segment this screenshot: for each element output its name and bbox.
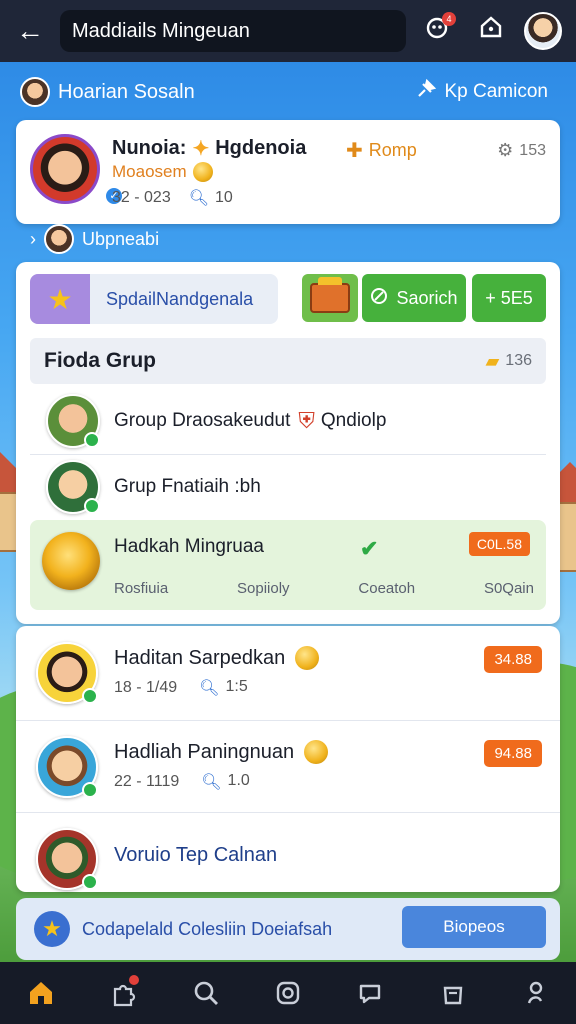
reward-stats: Rosfiuia Sopiioly Coeatoh S0Qain xyxy=(114,580,534,597)
bottom-nav xyxy=(0,962,576,1024)
back-arrow-icon[interactable]: ← xyxy=(12,13,48,49)
item-badge: 34.88 xyxy=(484,646,542,673)
coin-icon xyxy=(295,646,320,670)
section-count: ▰ 136 xyxy=(485,350,532,371)
strip-avatar xyxy=(20,77,50,107)
coin-icon xyxy=(304,740,329,764)
romp-label[interactable]: ✚ Romp xyxy=(346,138,417,163)
puzzle-icon: ✚ xyxy=(346,140,363,162)
profile-icon[interactable] xyxy=(515,973,555,1013)
promo-banner: ★ Codapelald Colesliin Doeiafsah Biopeos xyxy=(16,898,560,960)
strip-left-label: Hoarian Sosaln xyxy=(58,80,195,103)
online-icon xyxy=(82,874,98,890)
search-small-icon: 🔍︎ xyxy=(201,774,222,791)
group-avatar xyxy=(46,460,100,514)
star-icon: ★ xyxy=(34,911,70,947)
item-name: Hadliah Paningnuan xyxy=(114,740,329,764)
search-icon[interactable] xyxy=(186,973,226,1013)
puzzle-icon[interactable] xyxy=(103,973,143,1013)
group-tag: Qndiolp xyxy=(320,410,387,431)
treasure-chest-button[interactable] xyxy=(302,274,358,322)
banner-text: Codapelald Colesliin Doeiafsah xyxy=(82,918,333,939)
search-small-icon: 🔍︎ xyxy=(188,190,210,207)
search-button[interactable]: Saorich xyxy=(362,274,466,322)
header-title: Maddiails Mingeuan xyxy=(72,19,250,42)
sub-strip[interactable]: › Ubpneabi xyxy=(30,224,159,254)
item-name: Haditan Sarpedkan xyxy=(114,646,320,670)
list-item[interactable]: Hadliah Paningnuan 22 - 1119 🔍︎ 1.0 94.88 xyxy=(16,720,560,812)
item-name: Voruio Tep Calnan xyxy=(114,844,278,866)
sub-strip-avatar xyxy=(44,224,74,254)
user-avatar[interactable] xyxy=(524,12,562,50)
online-icon xyxy=(84,498,100,514)
profile-name: Nunoia: ✦ Hgdenoia xyxy=(112,137,307,160)
group-name: Group Draosakeudut xyxy=(114,410,291,431)
bag-icon[interactable] xyxy=(433,973,473,1013)
special-tab[interactable]: ★ SpdailNandgenala xyxy=(30,274,278,324)
pin-icon xyxy=(415,78,437,106)
reward-name: Hadkah Mingruaa xyxy=(114,536,264,557)
info-strip: Hoarian Sosaln Kp Camicon xyxy=(0,70,576,114)
coin-icon xyxy=(192,162,213,182)
item-avatar xyxy=(36,736,98,798)
profile-card[interactable]: ✓ Nunoia: ✦ Hgdenoia Moaosem 32 - 023 🔍︎… xyxy=(16,120,560,224)
profile-count: ⚙ 153 xyxy=(497,140,546,160)
item-badge: 94.88 xyxy=(484,740,542,767)
banner-button[interactable]: Biopeos xyxy=(402,906,546,948)
strip-right[interactable]: Kp Camicon xyxy=(415,78,549,106)
star-icon: ★ xyxy=(30,274,90,324)
home-icon[interactable] xyxy=(21,973,61,1013)
profile-subtitle: Moaosem xyxy=(112,162,213,182)
strip-left[interactable]: Hoarian Sosaln xyxy=(20,77,195,107)
section-header: Fioda Grup ▰ 136 xyxy=(30,338,546,384)
checkmark-icon: ✔ xyxy=(360,536,379,561)
notification-count-badge: 4 xyxy=(442,12,456,26)
highlighted-reward-row[interactable]: Hadkah Mingruaa ✔ C0L.58 Rosfiuia Sopiio… xyxy=(30,520,546,610)
instagram-icon[interactable] xyxy=(268,973,308,1013)
gem-icon: ✦ xyxy=(192,138,210,160)
strip-right-label: Kp Camicon xyxy=(444,81,549,102)
item-meta: 22 - 1119 🔍︎ 1.0 xyxy=(114,772,250,791)
trophy-icon xyxy=(42,532,100,590)
item-avatar xyxy=(36,642,98,704)
reward-badge: C0L.58 xyxy=(468,532,530,556)
list-item[interactable]: Haditan Sarpedkan 18 - 1/49 🔍︎ 1:5 34.88 xyxy=(16,626,560,718)
add-button[interactable]: + 5E5 xyxy=(472,274,546,322)
search-small-icon: 🔍︎ xyxy=(199,680,220,697)
chevron-right-icon: › xyxy=(30,228,36,249)
profile-avatar xyxy=(30,134,100,204)
group-row[interactable]: Grup Fnatiaih :bh xyxy=(30,454,546,520)
chat-icon[interactable] xyxy=(350,973,390,1013)
nav-notification-dot xyxy=(129,975,140,985)
list-item[interactable]: Voruio Tep Calnan xyxy=(16,812,560,904)
group-avatar xyxy=(46,394,100,448)
gift-icon: ▰ xyxy=(485,350,500,371)
notification-bell-icon[interactable]: 4 xyxy=(420,12,456,48)
item-avatar xyxy=(36,828,98,890)
online-icon xyxy=(84,432,100,448)
special-label: SpdailNandgenala xyxy=(106,288,254,309)
title-search-box[interactable]: Maddiails Mingeuan xyxy=(60,10,406,52)
gear-icon: ⚙ xyxy=(497,140,514,160)
online-icon xyxy=(82,782,98,798)
group-panel: ★ SpdailNandgenala Saorich + 5E5 Fioda G… xyxy=(16,262,560,624)
home-outline-icon[interactable] xyxy=(474,14,508,48)
profile-meta: 32 - 023 🔍︎ 10 xyxy=(112,189,233,207)
group-row[interactable]: Group Draosakeudut ⛨ Qndiolp xyxy=(30,388,546,454)
sub-strip-label: Ubpneabi xyxy=(82,228,160,249)
shield-icon: ⛨ xyxy=(298,408,315,433)
section-title: Fioda Grup xyxy=(44,349,156,372)
item-meta: 18 - 1/49 🔍︎ 1:5 xyxy=(114,678,248,697)
reward-list: Haditan Sarpedkan 18 - 1/49 🔍︎ 1:5 34.88 … xyxy=(16,626,560,892)
group-name: Grup Fnatiaih :bh xyxy=(114,476,261,497)
leaf-icon xyxy=(370,287,388,310)
online-icon xyxy=(82,688,98,704)
chest-icon xyxy=(310,277,350,313)
